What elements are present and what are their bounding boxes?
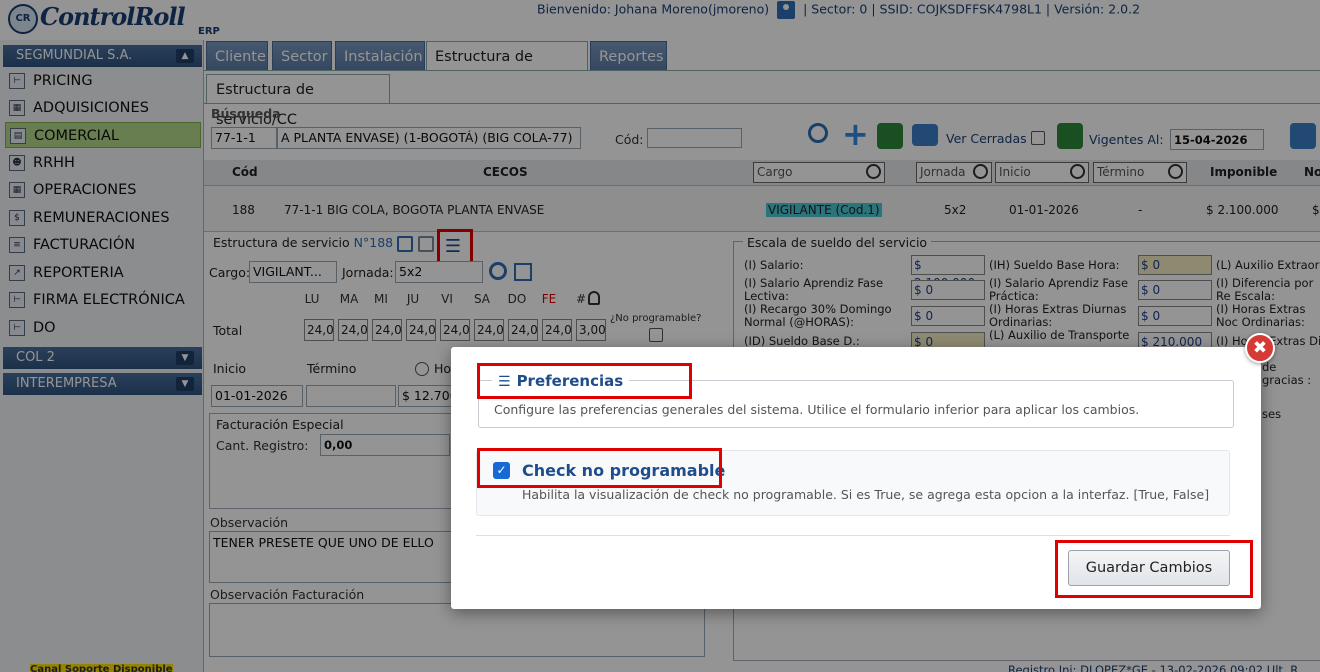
highlight-preferences-title <box>477 363 692 399</box>
modal-divider <box>476 535 1230 536</box>
highlight-check-title <box>477 448 722 488</box>
preferences-description: Configure las preferencias generales del… <box>494 402 1140 417</box>
check-no-programable-description: Habilita la visualización de check no pr… <box>522 487 1210 502</box>
highlight-save-button <box>1055 540 1253 598</box>
close-icon[interactable]: ✖ <box>1245 333 1275 363</box>
